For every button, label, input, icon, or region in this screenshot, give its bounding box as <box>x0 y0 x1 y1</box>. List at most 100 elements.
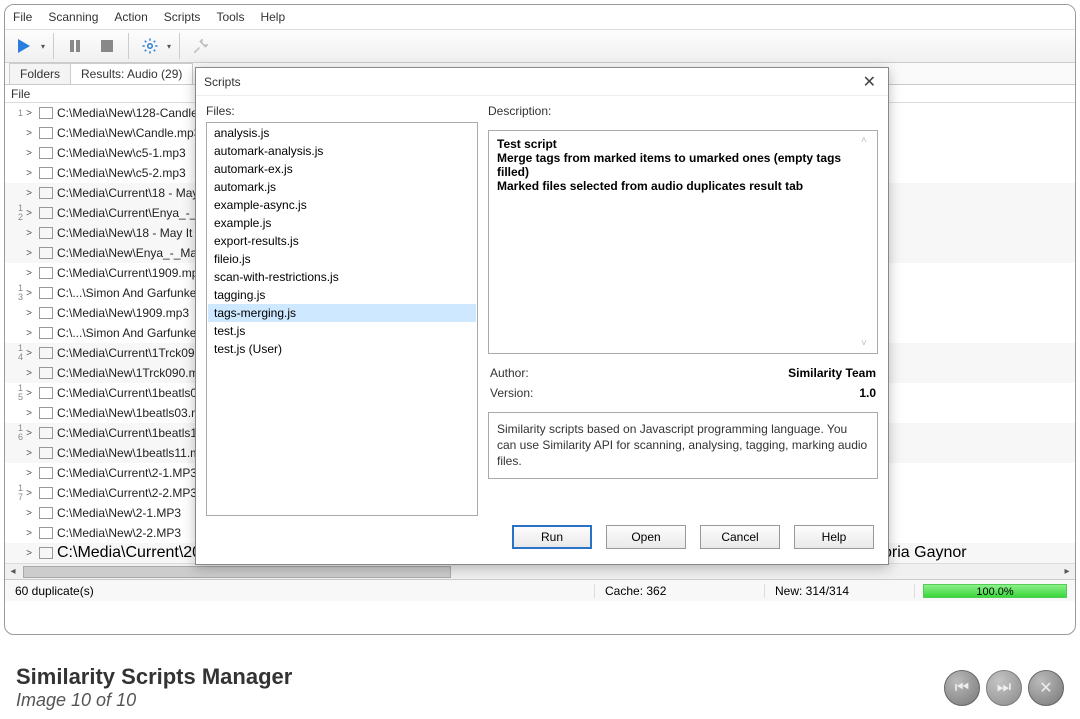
status-progress: 100.0% <box>915 584 1075 598</box>
run-button[interactable]: Run <box>512 525 592 549</box>
expand-icon[interactable]: > <box>23 428 35 439</box>
expand-icon[interactable]: > <box>23 508 35 519</box>
expand-icon[interactable]: > <box>23 128 35 139</box>
gallery-prev-button[interactable]: ⏮ <box>944 670 980 706</box>
help-button[interactable]: Help <box>794 525 874 549</box>
scripts-listbox[interactable]: analysis.jsautomark-analysis.jsautomark-… <box>206 122 478 516</box>
menubar: File Scanning Action Scripts Tools Help <box>5 5 1075 29</box>
expand-icon[interactable]: > <box>23 528 35 539</box>
script-list-item[interactable]: test.js (User) <box>208 340 476 358</box>
scroll-left-icon[interactable]: ◂ <box>5 566 21 577</box>
row-checkbox[interactable] <box>39 427 53 439</box>
expand-icon[interactable]: > <box>23 448 35 459</box>
gallery-close-button[interactable]: ✕ <box>1028 670 1064 706</box>
row-checkbox[interactable] <box>39 207 53 219</box>
menu-scripts[interactable]: Scripts <box>164 10 201 24</box>
tools-button[interactable] <box>188 33 214 59</box>
expand-icon[interactable]: > <box>23 408 35 419</box>
row-checkbox[interactable] <box>39 227 53 239</box>
scroll-right-icon[interactable]: ▸ <box>1059 566 1075 577</box>
expand-icon[interactable]: > <box>23 468 35 479</box>
row-checkbox[interactable] <box>39 467 53 479</box>
script-list-item[interactable]: tags-merging.js <box>208 304 476 322</box>
row-checkbox[interactable] <box>39 387 53 399</box>
dialog-titlebar: Scripts ✕ <box>196 68 888 96</box>
script-list-item[interactable]: tagging.js <box>208 286 476 304</box>
expand-icon[interactable]: > <box>23 108 35 119</box>
scroll-thumb[interactable] <box>23 566 451 578</box>
script-list-item[interactable]: automark-analysis.js <box>208 142 476 160</box>
tab-results-audio[interactable]: Results: Audio (29) <box>70 63 193 84</box>
menu-tools[interactable]: Tools <box>216 10 244 24</box>
row-checkbox[interactable] <box>39 547 53 559</box>
expand-icon[interactable]: > <box>23 268 35 279</box>
row-checkbox[interactable] <box>39 407 53 419</box>
expand-icon[interactable]: > <box>23 368 35 379</box>
expand-icon[interactable]: > <box>23 348 35 359</box>
script-list-item[interactable]: scan-with-restrictions.js <box>208 268 476 286</box>
row-checkbox[interactable] <box>39 507 53 519</box>
cancel-button[interactable]: Cancel <box>700 525 780 549</box>
script-list-item[interactable]: automark-ex.js <box>208 160 476 178</box>
expand-icon[interactable]: > <box>23 228 35 239</box>
row-checkbox[interactable] <box>39 307 53 319</box>
tab-folders[interactable]: Folders <box>9 63 71 84</box>
row-checkbox[interactable] <box>39 247 53 259</box>
expand-icon[interactable]: > <box>23 308 35 319</box>
expand-icon[interactable]: > <box>23 388 35 399</box>
open-button[interactable]: Open <box>606 525 686 549</box>
script-list-item[interactable]: export-results.js <box>208 232 476 250</box>
app-window: File Scanning Action Scripts Tools Help … <box>4 4 1076 635</box>
script-list-item[interactable]: analysis.js <box>208 124 476 142</box>
settings-button[interactable] <box>137 33 163 59</box>
gallery-next-button[interactable]: ⏭ <box>986 670 1022 706</box>
menu-action[interactable]: Action <box>114 10 147 24</box>
play-dropdown-icon[interactable]: ▾ <box>41 42 45 51</box>
expand-icon[interactable]: > <box>23 168 35 179</box>
row-checkbox[interactable] <box>39 167 53 179</box>
expand-icon[interactable]: > <box>23 208 35 219</box>
script-list-item[interactable]: fileio.js <box>208 250 476 268</box>
status-duplicates: 60 duplicate(s) <box>5 584 595 598</box>
row-checkbox[interactable] <box>39 527 53 539</box>
menu-help[interactable]: Help <box>260 10 285 24</box>
row-checkbox[interactable] <box>39 367 53 379</box>
description-box: Test script Merge tags from marked items… <box>488 130 878 354</box>
close-icon[interactable]: ✕ <box>859 72 880 92</box>
script-list-item[interactable]: example.js <box>208 214 476 232</box>
artist: Gloria Gaynor <box>867 544 1075 562</box>
expand-icon[interactable]: > <box>23 548 35 559</box>
row-checkbox[interactable] <box>39 347 53 359</box>
menu-file[interactable]: File <box>13 10 32 24</box>
expand-icon[interactable]: > <box>23 188 35 199</box>
group-number: 12 <box>9 204 23 222</box>
script-list-item[interactable]: example-async.js <box>208 196 476 214</box>
expand-icon[interactable]: > <box>23 148 35 159</box>
expand-icon[interactable]: > <box>23 488 35 499</box>
version-label: Version: <box>490 386 533 400</box>
desc-line: Merge tags from marked items to umarked … <box>497 151 841 179</box>
row-checkbox[interactable] <box>39 127 53 139</box>
expand-icon[interactable]: > <box>23 328 35 339</box>
horizontal-scrollbar[interactable]: ◂ ▸ <box>5 563 1075 579</box>
settings-dropdown-icon[interactable]: ▾ <box>167 42 171 51</box>
script-list-item[interactable]: test.js <box>208 322 476 340</box>
group-number: 13 <box>9 284 23 302</box>
row-checkbox[interactable] <box>39 287 53 299</box>
author-value: Similarity Team <box>533 366 876 380</box>
script-list-item[interactable]: automark.js <box>208 178 476 196</box>
row-checkbox[interactable] <box>39 447 53 459</box>
row-checkbox[interactable] <box>39 147 53 159</box>
play-button[interactable] <box>11 33 37 59</box>
expand-icon[interactable]: > <box>23 248 35 259</box>
row-checkbox[interactable] <box>39 187 53 199</box>
gallery-count: Image 10 of 10 <box>16 690 292 711</box>
pause-button[interactable] <box>62 33 88 59</box>
row-checkbox[interactable] <box>39 107 53 119</box>
row-checkbox[interactable] <box>39 327 53 339</box>
menu-scanning[interactable]: Scanning <box>48 10 98 24</box>
row-checkbox[interactable] <box>39 487 53 499</box>
stop-button[interactable] <box>94 33 120 59</box>
expand-icon[interactable]: > <box>23 288 35 299</box>
row-checkbox[interactable] <box>39 267 53 279</box>
